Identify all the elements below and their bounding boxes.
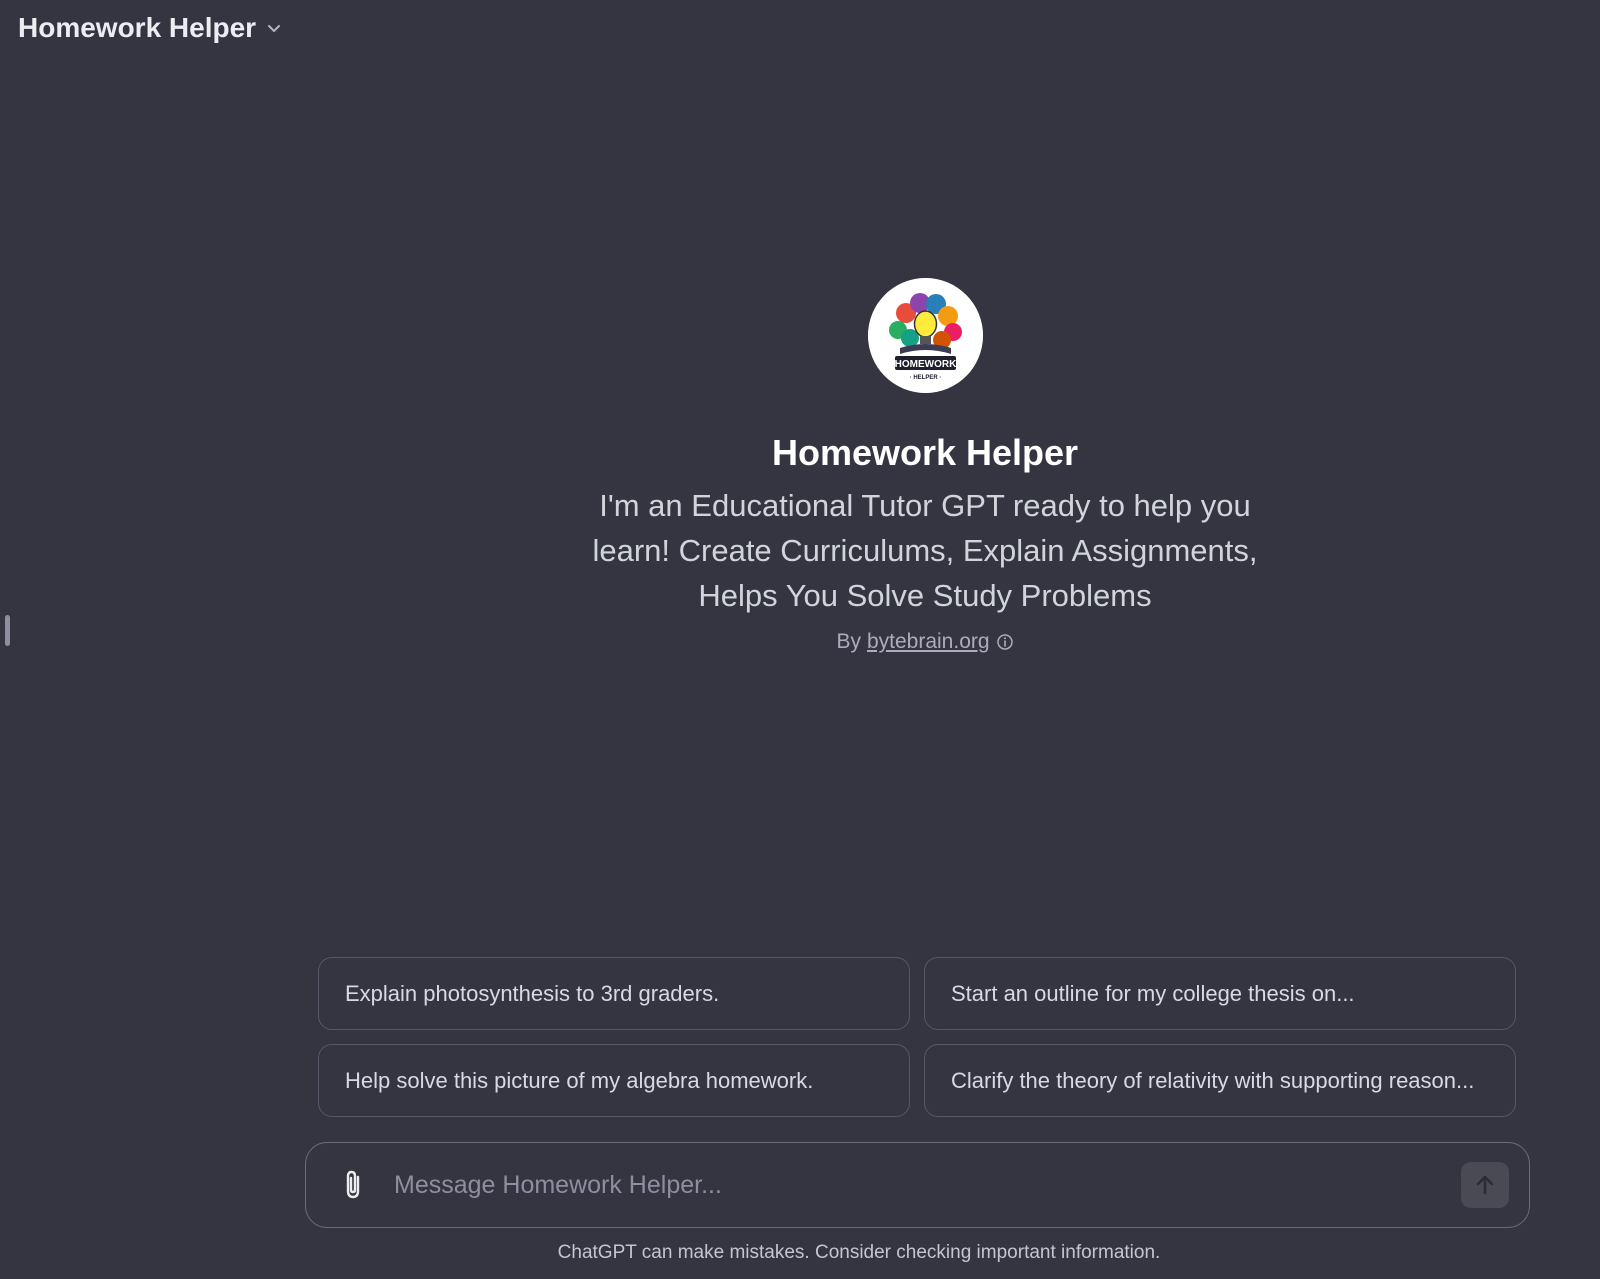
byline-prefix: By: [836, 630, 861, 653]
paperclip-icon[interactable]: [336, 1167, 372, 1203]
gpt-intro: HOMEWORK · HELPER · Homework Helper I'm …: [560, 278, 1290, 654]
gpt-description: I'm an Educational Tutor GPT ready to he…: [592, 488, 1258, 613]
chat-page: Homework Helper HOMEWORK · HELPER · Home…: [0, 0, 1600, 1279]
suggestion-card[interactable]: Explain photosynthesis to 3rd graders.: [318, 957, 910, 1030]
logo-text-bottom: · HELPER ·: [909, 375, 941, 381]
gpt-byline: By bytebrain.org: [560, 630, 1290, 654]
arrow-up-icon: [1476, 1175, 1494, 1195]
info-icon[interactable]: [996, 633, 1014, 651]
suggestion-card[interactable]: Start an outline for my college thesis o…: [924, 957, 1516, 1030]
chevron-down-icon: [264, 18, 284, 38]
message-composer: [305, 1142, 1530, 1228]
message-input[interactable]: [392, 1169, 1461, 1201]
suggestion-card[interactable]: Clarify the theory of relativity with su…: [924, 1044, 1516, 1117]
author-link[interactable]: bytebrain.org: [867, 630, 990, 654]
sidebar-toggle-handle[interactable]: [5, 615, 10, 646]
disclaimer-text: ChatGPT can make mistakes. Consider chec…: [557, 1242, 1161, 1263]
send-button[interactable]: [1461, 1162, 1509, 1208]
suggestion-card[interactable]: Help solve this picture of my algebra ho…: [318, 1044, 910, 1117]
suggestion-grid: Explain photosynthesis to 3rd graders. S…: [318, 957, 1518, 1117]
homework-helper-logo-icon: HOMEWORK · HELPER ·: [867, 278, 983, 393]
gpt-name: Homework Helper: [771, 432, 1079, 473]
gpt-avatar: HOMEWORK · HELPER ·: [867, 278, 983, 393]
header-title: Homework Helper: [18, 12, 257, 43]
gpt-menu-button[interactable]: Homework Helper: [14, 10, 288, 46]
logo-text-top: HOMEWORK: [894, 359, 956, 370]
